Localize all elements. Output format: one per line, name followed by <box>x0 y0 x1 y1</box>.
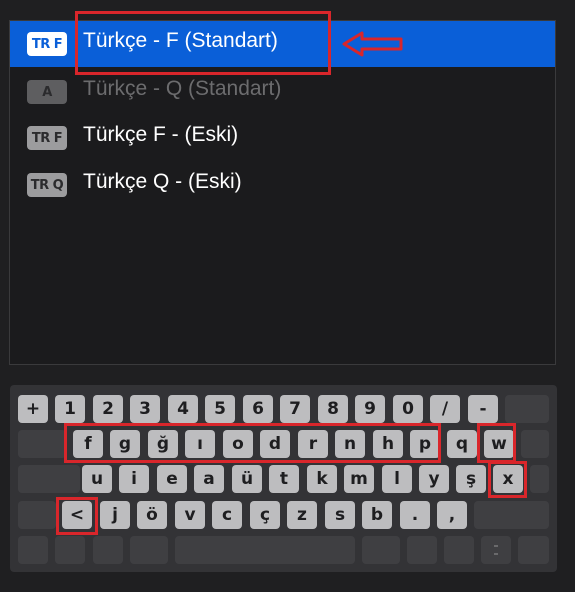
key-caps-lock[interactable] <box>18 465 80 493</box>
key-control[interactable] <box>55 536 85 564</box>
key-a[interactable]: a <box>194 465 224 493</box>
key-c-cedilla[interactable]: ç <box>250 501 280 529</box>
key-left-shift[interactable] <box>18 501 56 529</box>
key-x[interactable]: x <box>493 465 523 493</box>
input-source-label: Türkçe F - (Eski) <box>83 123 239 146</box>
tr-f-badge-icon: TR F <box>27 126 67 150</box>
key-q[interactable]: q <box>447 430 477 458</box>
key-6[interactable]: 6 <box>243 395 273 423</box>
key-n[interactable]: n <box>335 430 365 458</box>
input-source-item-turkce-f-standart[interactable]: TR F Türkçe - F (Standart) <box>10 21 555 67</box>
tr-q-badge-icon: TR Q <box>27 173 67 197</box>
key-option-right[interactable] <box>407 536 437 564</box>
key-g[interactable]: g <box>110 430 140 458</box>
key-delete[interactable] <box>505 395 549 423</box>
key-y[interactable]: y <box>419 465 449 493</box>
key-p[interactable]: p <box>410 430 440 458</box>
input-source-label: Türkçe - F (Standart) <box>83 29 278 52</box>
key-slash[interactable]: / <box>430 395 460 423</box>
key-comma[interactable]: , <box>437 501 467 529</box>
key-command-right[interactable] <box>362 536 400 564</box>
input-source-label: Türkçe Q - (Eski) <box>83 170 242 193</box>
input-source-item-turkce-q-eski[interactable]: TR Q Türkçe Q - (Eski) <box>10 162 555 208</box>
key-b[interactable]: b <box>362 501 392 529</box>
key-f[interactable]: f <box>73 430 103 458</box>
tr-f-badge-icon: TR F <box>27 32 67 56</box>
a-badge-icon: A <box>27 80 67 104</box>
key-2[interactable]: 2 <box>93 395 123 423</box>
key-u[interactable]: u <box>82 465 112 493</box>
key-t[interactable]: t <box>269 465 299 493</box>
key-return[interactable] <box>530 465 549 493</box>
key-d[interactable]: d <box>260 430 290 458</box>
key-arrow-right[interactable] <box>518 536 549 564</box>
key-0[interactable]: 0 <box>393 395 423 423</box>
keyboard-viewer: + 1 2 3 4 5 6 7 8 9 0 / - f g ğ ı o d r … <box>10 385 557 572</box>
input-source-list: TR F Türkçe - F (Standart) A Türkçe - Q … <box>9 20 556 365</box>
key-9[interactable]: 9 <box>355 395 385 423</box>
input-source-item-turkce-f-eski[interactable]: TR F Türkçe F - (Eski) <box>10 115 555 161</box>
key-o[interactable]: o <box>223 430 253 458</box>
key-minus[interactable]: - <box>468 395 498 423</box>
key-1[interactable]: 1 <box>55 395 85 423</box>
key-m[interactable]: m <box>344 465 374 493</box>
key-i[interactable]: i <box>119 465 149 493</box>
key-c[interactable]: c <box>212 501 242 529</box>
key-less-than[interactable]: < <box>62 501 92 529</box>
key-fn[interactable] <box>18 536 48 564</box>
key-arrow-up-down[interactable] <box>481 536 511 564</box>
key-e[interactable]: e <box>157 465 187 493</box>
key-g-breve[interactable]: ğ <box>148 430 178 458</box>
key-5[interactable]: 5 <box>205 395 235 423</box>
key-dotless-i[interactable]: ı <box>185 430 215 458</box>
key-space[interactable] <box>175 536 355 564</box>
input-source-label: Türkçe - Q (Standart) <box>83 77 282 100</box>
key-right-shift[interactable] <box>474 501 549 529</box>
key-blank[interactable] <box>521 430 549 458</box>
pointer-arrow-icon <box>342 31 403 57</box>
key-arrow-left[interactable] <box>444 536 474 564</box>
key-7[interactable]: 7 <box>280 395 310 423</box>
key-tab[interactable] <box>18 430 66 458</box>
key-option[interactable] <box>93 536 123 564</box>
key-command[interactable] <box>130 536 168 564</box>
key-plus[interactable]: + <box>18 395 48 423</box>
key-s-cedilla[interactable]: ş <box>456 465 486 493</box>
key-z[interactable]: z <box>287 501 317 529</box>
key-w[interactable]: w <box>484 430 514 458</box>
key-period[interactable]: . <box>400 501 430 529</box>
key-h[interactable]: h <box>373 430 403 458</box>
key-l[interactable]: l <box>382 465 412 493</box>
input-source-item-turkce-q-standart: A Türkçe - Q (Standart) <box>10 69 555 115</box>
key-s[interactable]: s <box>325 501 355 529</box>
key-3[interactable]: 3 <box>130 395 160 423</box>
key-4[interactable]: 4 <box>168 395 198 423</box>
key-j[interactable]: j <box>100 501 130 529</box>
key-v[interactable]: v <box>175 501 205 529</box>
key-8[interactable]: 8 <box>318 395 348 423</box>
key-o-umlaut[interactable]: ö <box>137 501 167 529</box>
key-r[interactable]: r <box>298 430 328 458</box>
key-u-umlaut[interactable]: ü <box>232 465 262 493</box>
key-k[interactable]: k <box>307 465 337 493</box>
